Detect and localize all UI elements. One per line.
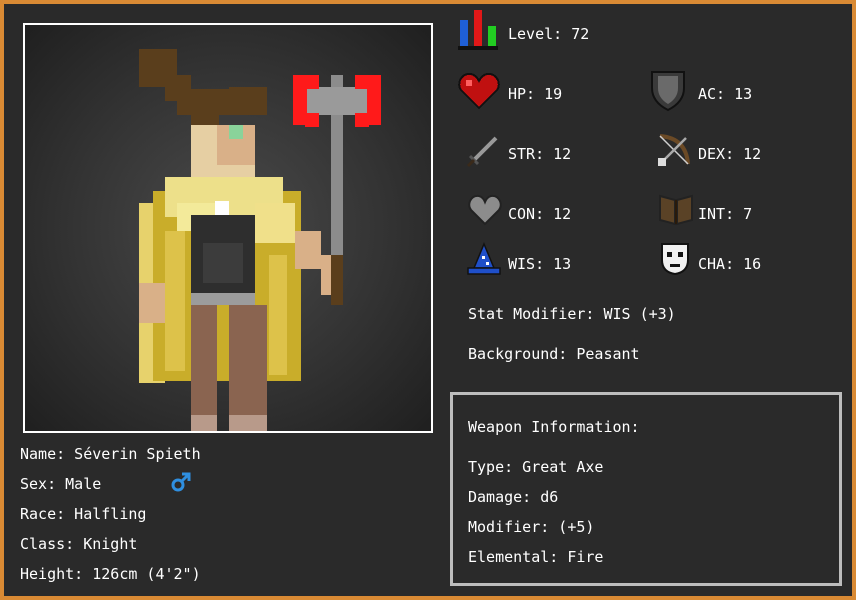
character-portrait xyxy=(23,23,433,433)
mask-icon xyxy=(661,243,689,276)
ac-label: AC: 13 xyxy=(698,85,753,103)
male-symbol-icon xyxy=(171,472,191,492)
weapon-info-panel: Weapon Information: Type: Great Axe Dama… xyxy=(450,392,842,586)
weapon-info-header: Weapon Information: xyxy=(468,418,640,436)
bow-icon xyxy=(658,134,690,166)
sword-icon xyxy=(466,136,498,168)
character-class: Class: Knight xyxy=(20,535,138,553)
level-bars-icon xyxy=(458,10,498,50)
character-sheet-frame: Name: Séverin Spieth Sex: Male Race: Hal… xyxy=(0,0,856,600)
character-name: Name: Séverin Spieth xyxy=(20,445,201,463)
weapon-modifier: Modifier: (+5) xyxy=(468,518,595,536)
background: Background: Peasant xyxy=(468,345,640,363)
weapon-type: Type: Great Axe xyxy=(468,458,604,476)
character-height: Height: 126cm (4'2") xyxy=(20,565,201,583)
stone-heart-icon xyxy=(468,194,502,226)
con-label: CON: 12 xyxy=(508,205,572,223)
character-sprite xyxy=(139,49,381,431)
heart-icon xyxy=(458,72,500,110)
character-race: Race: Halfling xyxy=(20,505,147,523)
str-label: STR: 12 xyxy=(508,145,572,163)
dex-label: DEX: 12 xyxy=(698,145,762,163)
weapon-damage: Damage: d6 xyxy=(468,488,559,506)
wis-label: WIS: 13 xyxy=(508,255,572,273)
shield-icon xyxy=(651,71,685,112)
book-icon xyxy=(659,194,693,226)
weapon-elemental: Elemental: Fire xyxy=(468,548,604,566)
stat-modifier: Stat Modifier: WIS (+3) xyxy=(468,305,676,323)
character-sex: Sex: Male xyxy=(20,475,102,493)
int-label: INT: 7 xyxy=(698,205,753,223)
hp-label: HP: 19 xyxy=(508,85,563,103)
wizard-hat-icon xyxy=(467,242,501,275)
level-label: Level: 72 xyxy=(508,25,590,43)
cha-label: CHA: 16 xyxy=(698,255,762,273)
